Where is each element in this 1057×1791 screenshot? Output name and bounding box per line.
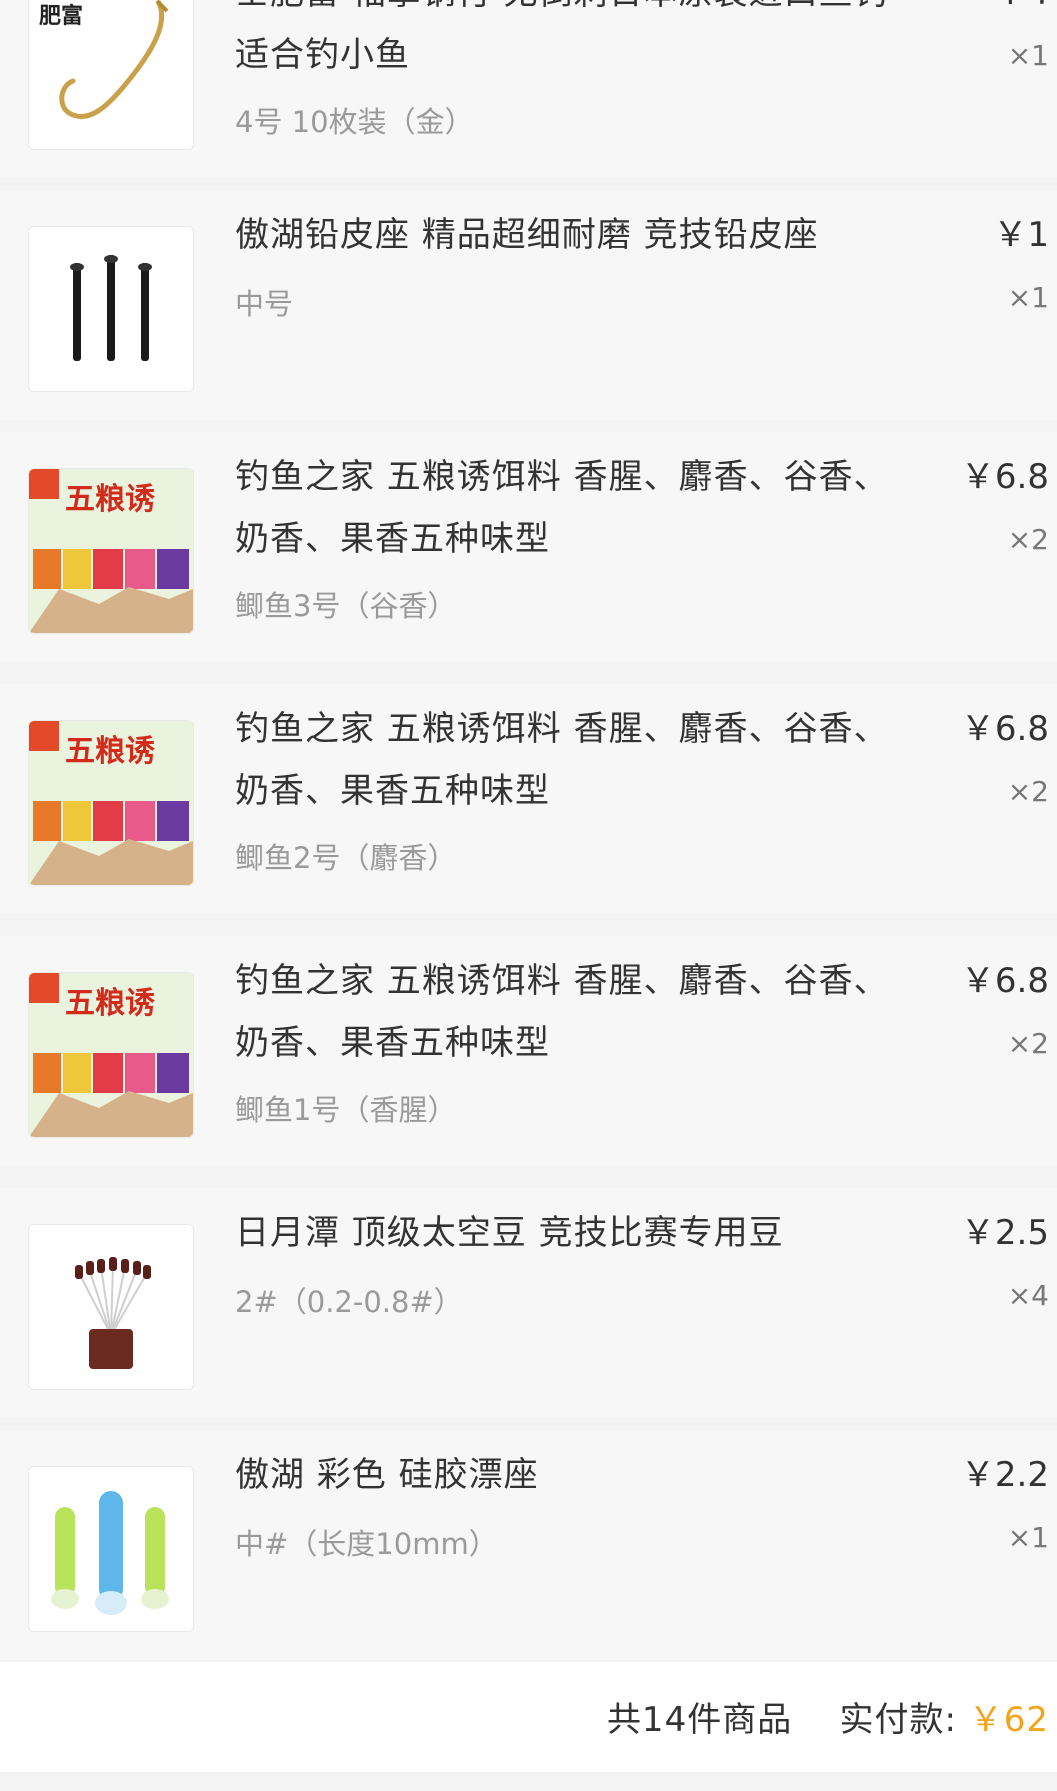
product-spec: 中#（长度10mm）: [235, 1527, 498, 1561]
product-title-line1: 日月潭 顶级太空豆 竞技比赛专用豆: [235, 1213, 784, 1253]
bait-bags-icon: 五粮诱: [29, 469, 193, 633]
list-item[interactable]: 日月潭 顶级太空豆 竞技比赛专用豆 2#（0.2-0.8#） ￥2.5 ×4: [0, 1188, 1057, 1418]
space-beans-icon: [29, 1225, 193, 1389]
product-thumbnail[interactable]: 五粮诱: [28, 468, 194, 634]
product-spec: 鲫鱼3号（谷香）: [235, 589, 457, 623]
product-quantity: ×4: [1007, 1279, 1049, 1312]
order-summary-bar: 共14件商品 实付款: ￥62: [0, 1662, 1057, 1772]
product-price: ￥6.8: [960, 961, 1049, 1001]
list-item[interactable]: 五粮诱 钓鱼之家 五粮诱饵料 香腥、麝香、谷香、 奶香、果香五种味型 鲫鱼3号（…: [0, 432, 1057, 662]
product-spec: 4号 10枚装（金）: [235, 105, 474, 139]
product-spec: 鲫鱼1号（香腥）: [235, 1093, 457, 1127]
list-item[interactable]: 傲湖铅皮座 精品超细耐磨 竞技铅皮座 中号 ￥1 ×1: [0, 190, 1057, 420]
thumb-logo-text: 肥富: [39, 3, 83, 29]
product-title-line1: 傲湖铅皮座 精品超细耐磨 竞技铅皮座: [235, 215, 819, 255]
list-item[interactable]: 肥富 士肥富 袖拿钢付 无倒刺日本原装进口鱼钩 适合钓小鱼 4号 10枚装（金）…: [0, 0, 1057, 178]
paid-amount: ￥62: [968, 1700, 1049, 1740]
product-thumbnail[interactable]: 五粮诱: [28, 720, 194, 886]
product-title-line1: 钓鱼之家 五粮诱饵料 香腥、麝香、谷香、: [235, 961, 889, 1001]
product-quantity: ×2: [1007, 1027, 1049, 1060]
product-price: ￥6.8: [960, 709, 1049, 749]
product-thumbnail[interactable]: 五粮诱: [28, 972, 194, 1138]
product-price: ￥2.2: [960, 1455, 1049, 1495]
product-thumbnail[interactable]: 肥富: [28, 0, 194, 150]
order-total: 共14件商品 实付款: ￥62: [607, 1692, 1049, 1741]
list-item[interactable]: 五粮诱 钓鱼之家 五粮诱饵料 香腥、麝香、谷香、 奶香、果香五种味型 鲫鱼2号（…: [0, 684, 1057, 914]
product-quantity: ×2: [1007, 775, 1049, 808]
product-title-line1: 钓鱼之家 五粮诱饵料 香腥、麝香、谷香、: [235, 457, 889, 497]
product-title[interactable]: 傲湖 彩色 硅胶漂座: [235, 1444, 945, 1506]
product-thumbnail[interactable]: [28, 1466, 194, 1632]
black-sinker-pins-icon: [29, 227, 193, 391]
product-title-line2: 适合钓小鱼: [235, 35, 410, 75]
silicone-float-seats-icon: [29, 1467, 193, 1631]
product-title-line1: 傲湖 彩色 硅胶漂座: [235, 1455, 539, 1495]
product-title[interactable]: 傲湖铅皮座 精品超细耐磨 竞技铅皮座: [235, 204, 945, 266]
product-thumbnail[interactable]: [28, 226, 194, 392]
product-quantity: ×1: [1007, 1521, 1049, 1554]
product-title-line1: 钓鱼之家 五粮诱饵料 香腥、麝香、谷香、: [235, 709, 889, 749]
product-title-line2: 奶香、果香五种味型: [235, 519, 550, 559]
product-price: ￥1: [993, 215, 1049, 255]
product-title[interactable]: 钓鱼之家 五粮诱饵料 香腥、麝香、谷香、 奶香、果香五种味型: [235, 446, 945, 570]
thumb-brand-text: 五粮诱: [65, 986, 155, 1021]
bait-bags-icon: 五粮诱: [29, 721, 193, 885]
list-item[interactable]: 傲湖 彩色 硅胶漂座 中#（长度10mm） ￥2.2 ×1: [0, 1430, 1057, 1660]
gold-fish-hook-icon: 肥富: [29, 0, 193, 149]
product-price: ￥4: [993, 0, 1049, 24]
product-spec: 中号: [235, 287, 294, 321]
product-quantity: ×1: [1007, 281, 1049, 314]
product-title-line1: 士肥富 袖拿钢付 无倒刺日本原装进口鱼钩: [235, 0, 945, 24]
product-thumbnail[interactable]: [28, 1224, 194, 1390]
thumb-brand-text: 五粮诱: [65, 734, 155, 769]
product-title[interactable]: 钓鱼之家 五粮诱饵料 香腥、麝香、谷香、 奶香、果香五种味型: [235, 698, 945, 822]
product-spec: 2#（0.2-0.8#）: [235, 1285, 463, 1319]
bait-bags-icon: 五粮诱: [29, 973, 193, 1137]
product-quantity: ×1: [1007, 39, 1049, 72]
product-title[interactable]: 士肥富 袖拿钢付 无倒刺日本原装进口鱼钩 适合钓小鱼: [235, 0, 945, 86]
product-price: ￥2.5: [960, 1213, 1049, 1253]
product-quantity: ×2: [1007, 523, 1049, 556]
list-item[interactable]: 五粮诱 钓鱼之家 五粮诱饵料 香腥、麝香、谷香、 奶香、果香五种味型 鲫鱼1号（…: [0, 936, 1057, 1166]
product-price: ￥6.8: [960, 457, 1049, 497]
product-title-line2: 奶香、果香五种味型: [235, 771, 550, 811]
paid-label: 实付款:: [839, 1700, 957, 1740]
product-spec: 鲫鱼2号（麝香）: [235, 841, 457, 875]
item-count-text: 共14件商品: [606, 1700, 793, 1740]
product-title[interactable]: 日月潭 顶级太空豆 竞技比赛专用豆: [235, 1202, 945, 1264]
thumb-brand-text: 五粮诱: [65, 482, 155, 517]
product-title-line2: 奶香、果香五种味型: [235, 1023, 550, 1063]
product-title[interactable]: 钓鱼之家 五粮诱饵料 香腥、麝香、谷香、 奶香、果香五种味型: [235, 950, 945, 1074]
